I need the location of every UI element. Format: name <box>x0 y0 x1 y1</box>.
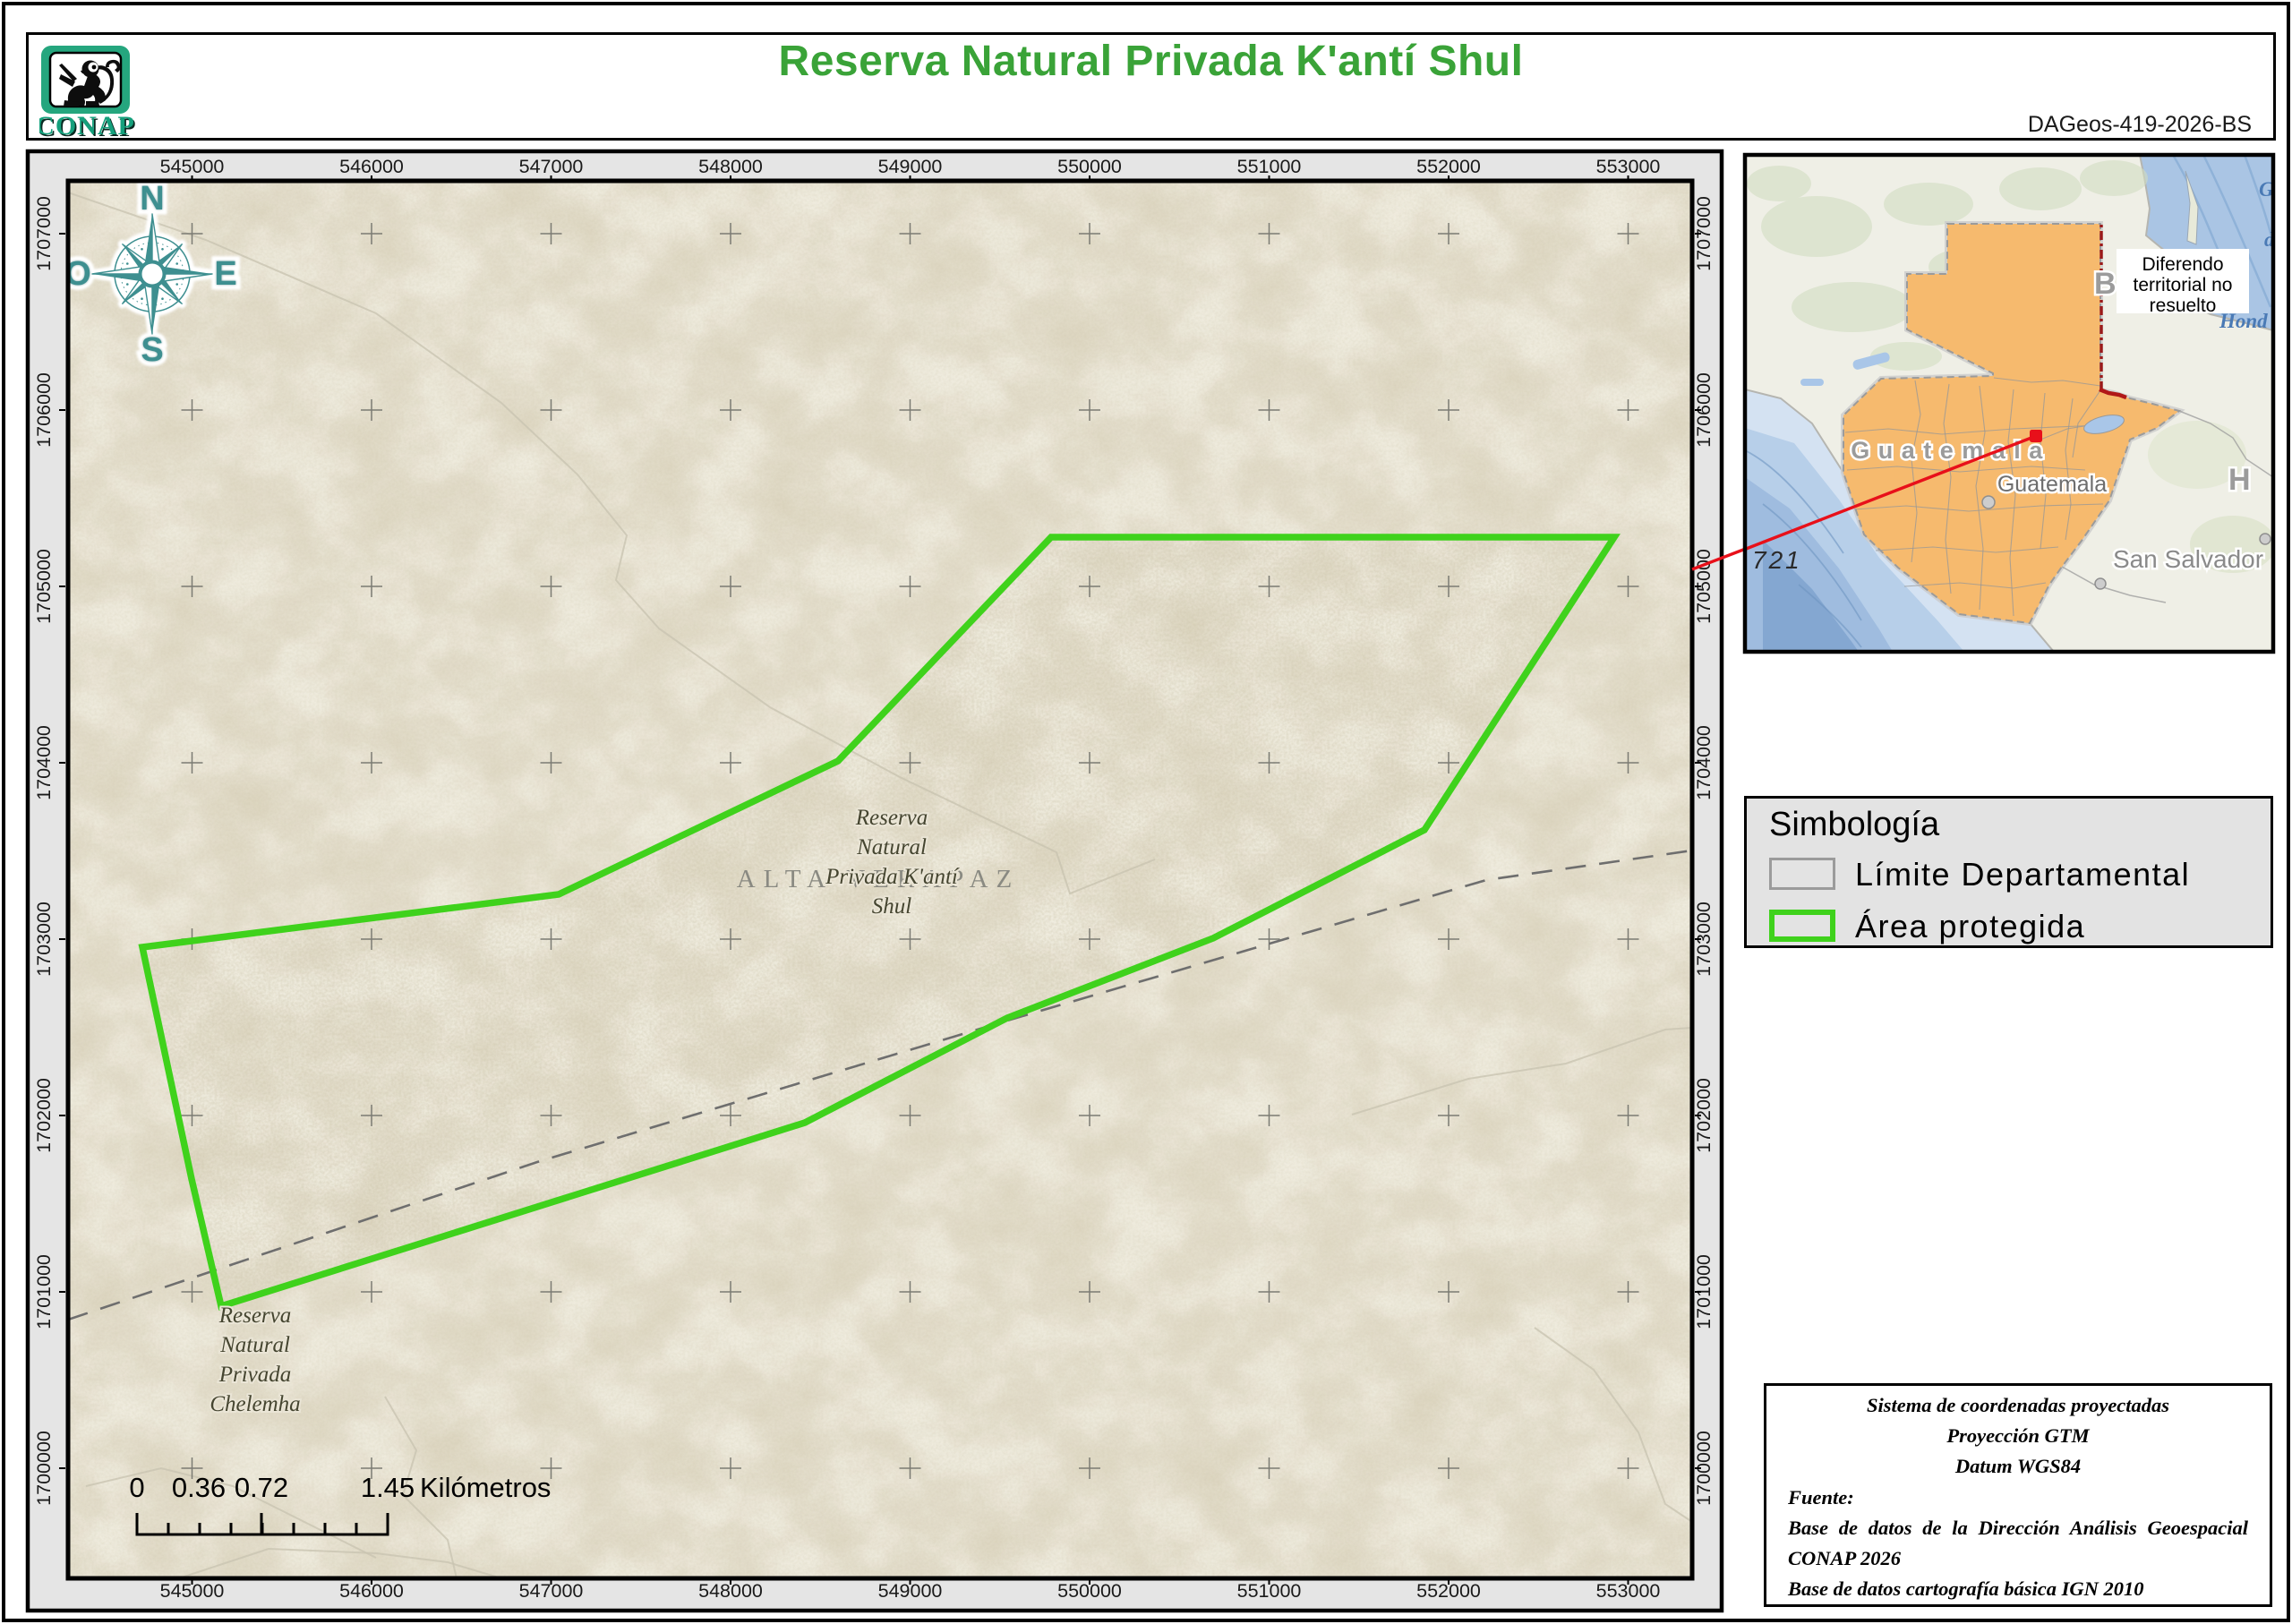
svg-text:CONAP: CONAP <box>39 111 135 141</box>
